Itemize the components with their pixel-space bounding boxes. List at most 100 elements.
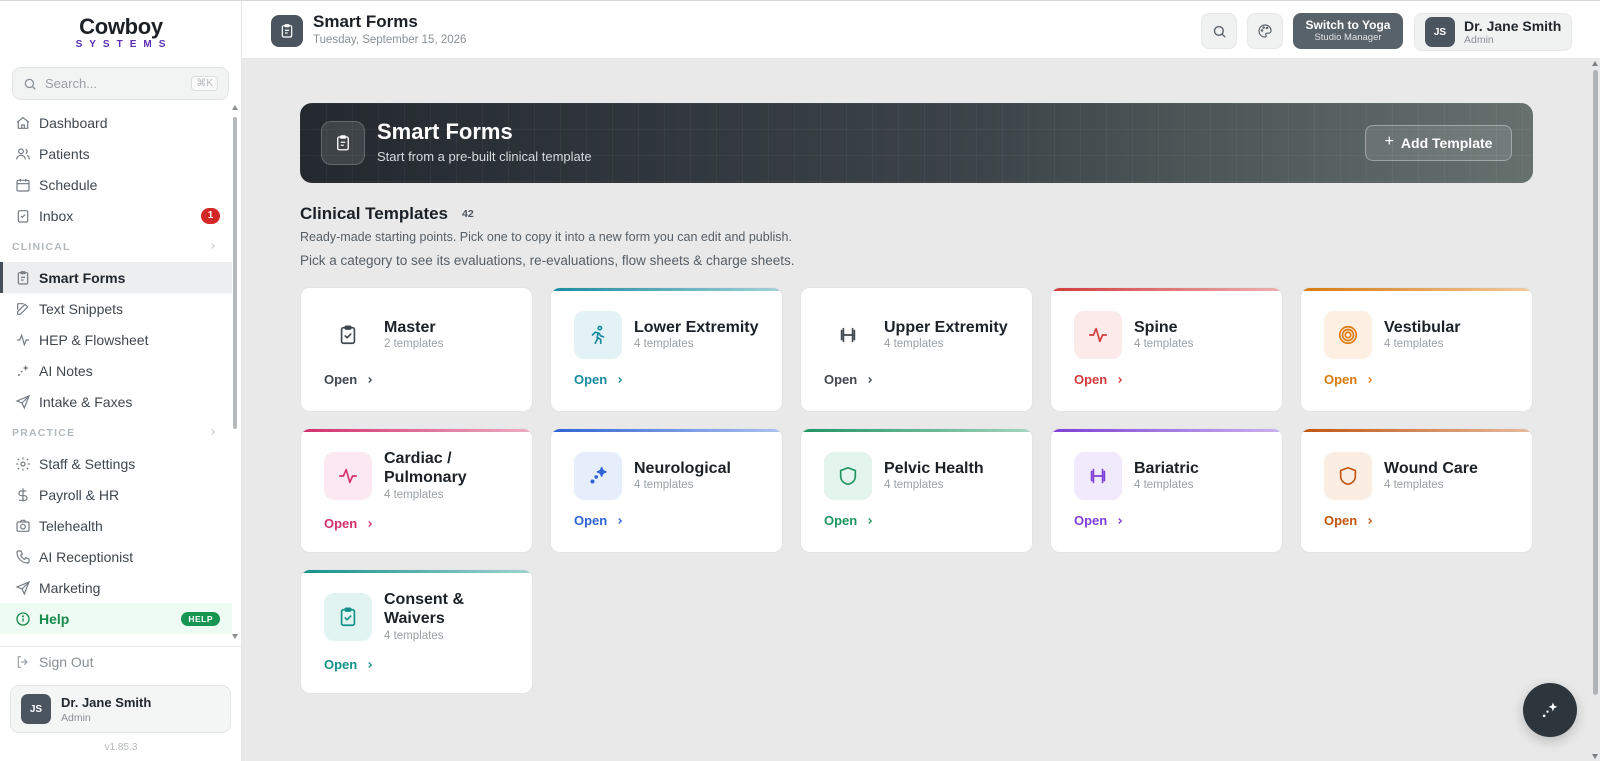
template-card-consent-waivers[interactable]: Consent & Waivers 4 templates Open (300, 569, 533, 694)
sidebar-item-telehealth[interactable]: Telehealth (0, 510, 232, 541)
target-icon (1324, 311, 1372, 359)
card-open-link[interactable]: Open (1324, 372, 1375, 387)
dollar-icon (15, 487, 31, 503)
sidebar-item-marketing[interactable]: Marketing (0, 572, 232, 603)
template-card-vestibular[interactable]: Vestibular 4 templates Open (1300, 287, 1533, 412)
sidebar-item-inbox[interactable]: Inbox 1 (0, 200, 232, 231)
main-scroll-thumb[interactable] (1593, 70, 1598, 695)
open-label: Open (574, 513, 608, 528)
shield-icon (824, 452, 872, 500)
sidebar-item-staff-settings[interactable]: Staff & Settings (0, 448, 232, 479)
card-template-count: 4 templates (1134, 338, 1194, 350)
template-card-upper-extremity[interactable]: Upper Extremity 4 templates Open (800, 287, 1033, 412)
activity-icon (15, 332, 31, 348)
sidebar-item-hep-flowsheet[interactable]: HEP & Flowsheet (0, 324, 232, 355)
sidebar-item-help[interactable]: Help HELP (0, 603, 232, 634)
card-open-link[interactable]: Open (824, 372, 875, 387)
sidebar-item-label: AI Notes (39, 362, 93, 379)
sidebar-scroll-thumb[interactable] (233, 117, 237, 429)
card-template-count: 4 templates (384, 489, 444, 501)
scroll-down-arrow-icon[interactable] (232, 634, 238, 639)
add-template-button[interactable]: + Add Template (1365, 125, 1512, 161)
card-open-link[interactable]: Open (1324, 513, 1375, 528)
search-button[interactable] (1201, 13, 1237, 49)
card-open-link[interactable]: Open (324, 516, 375, 531)
sidebar-item-payroll-hr[interactable]: Payroll & HR (0, 479, 232, 510)
template-card-cardiac-pulmonary[interactable]: Cardiac / Pulmonary 4 templates Open (300, 428, 533, 553)
sidebar-item-smart-forms[interactable]: Smart Forms (0, 262, 232, 293)
info-icon (15, 611, 31, 627)
section-clinical[interactable]: CLINICAL (0, 231, 232, 262)
hero-title: Smart Forms (377, 119, 513, 144)
template-card-lower-extremity[interactable]: Lower Extremity 4 templates Open (550, 287, 783, 412)
user-profile-card[interactable]: JS Dr. Jane Smith Admin (10, 685, 231, 733)
switch-to-yoga-button[interactable]: Switch to Yoga Studio Manager (1293, 13, 1403, 49)
sidebar-item-label: Patients (39, 145, 90, 162)
sidebar-item-ai-notes[interactable]: AI Notes (0, 355, 232, 386)
scroll-up-arrow-icon[interactable] (1592, 61, 1598, 66)
chevron-right-icon (1107, 375, 1125, 385)
section-title-text: Clinical Templates (300, 204, 449, 223)
template-card-neurological[interactable]: Neurological 4 templates Open (550, 428, 783, 553)
section-practice[interactable]: PRACTICE (0, 417, 232, 448)
sign-out-label: Sign Out (39, 654, 94, 670)
card-open-link[interactable]: Open (574, 372, 625, 387)
sidebar-item-schedule[interactable]: Schedule (0, 169, 232, 200)
hero-subtitle: Start from a pre-built clinical template (377, 149, 592, 164)
user-name: Dr. Jane Smith (1464, 18, 1562, 34)
user-role: Admin (61, 711, 91, 724)
sidebar-item-intake-faxes[interactable]: Intake & Faxes (0, 386, 232, 417)
card-title: Cardiac / Pulmonary (384, 450, 467, 486)
card-open-link[interactable]: Open (1074, 513, 1125, 528)
user-menu[interactable]: JS Dr. Jane Smith Admin (1414, 13, 1572, 51)
brand-logo[interactable]: Cowboy SYSTEMS (0, 15, 242, 51)
card-title: Master (384, 319, 436, 336)
chevron-right-icon (1357, 516, 1375, 526)
users-icon (15, 146, 31, 162)
page-title: Smart Forms (313, 12, 418, 31)
template-card-bariatric[interactable]: Bariatric 4 templates Open (1050, 428, 1283, 553)
card-title: Bariatric (1134, 460, 1199, 477)
clipboard-icon (271, 15, 303, 47)
card-accent-bar (1051, 288, 1282, 291)
template-card-pelvic-health[interactable]: Pelvic Health 4 templates Open (800, 428, 1033, 553)
ai-assistant-button[interactable] (1523, 683, 1577, 737)
template-card-spine[interactable]: Spine 4 templates Open (1050, 287, 1283, 412)
section-description: Ready-made starting points. Pick one to … (300, 230, 792, 244)
clipboard-check-icon (324, 593, 372, 641)
sidebar-item-patients[interactable]: Patients (0, 138, 232, 169)
shield-icon (1324, 452, 1372, 500)
card-open-link[interactable]: Open (574, 513, 625, 528)
scroll-up-arrow-icon[interactable] (232, 105, 238, 110)
sidebar-item-text-snippets[interactable]: Text Snippets (0, 293, 232, 324)
chevron-right-icon (208, 241, 218, 251)
sign-out-button[interactable]: Sign Out (15, 654, 93, 670)
gear-icon (15, 456, 31, 472)
card-open-link[interactable]: Open (1074, 372, 1125, 387)
sidebar-item-ai-receptionist[interactable]: AI Receptionist (0, 541, 232, 572)
template-card-wound-care[interactable]: Wound Care 4 templates Open (1300, 428, 1533, 553)
card-title: Wound Care (1384, 460, 1478, 477)
card-open-link[interactable]: Open (824, 513, 875, 528)
search-input[interactable]: Search... ⌘K (12, 67, 229, 100)
card-accent-bar (551, 429, 782, 432)
sparkle-icon (1540, 700, 1560, 720)
brand-name: Cowboy (79, 14, 163, 39)
sidebar-item-label: Dashboard (39, 114, 108, 131)
open-label: Open (1074, 513, 1108, 528)
app-version: v1.85.3 (104, 742, 138, 753)
avatar: JS (21, 694, 51, 724)
card-accent-bar (1301, 429, 1532, 432)
sidebar-scrollbar[interactable] (232, 105, 238, 639)
card-template-count: 4 templates (1134, 479, 1194, 491)
template-card-master[interactable]: Master 2 templates Open (300, 287, 533, 412)
card-open-link[interactable]: Open (324, 372, 375, 387)
card-accent-bar (301, 570, 532, 573)
theme-button[interactable] (1247, 13, 1283, 49)
scroll-down-arrow-icon[interactable] (1592, 754, 1598, 759)
sidebar-item-dashboard[interactable]: Dashboard (0, 107, 232, 138)
main-scrollbar[interactable] (1591, 60, 1600, 761)
card-open-link[interactable]: Open (324, 657, 375, 672)
search-icon (1212, 24, 1227, 39)
sidebar-item-label: Payroll & HR (39, 486, 120, 503)
